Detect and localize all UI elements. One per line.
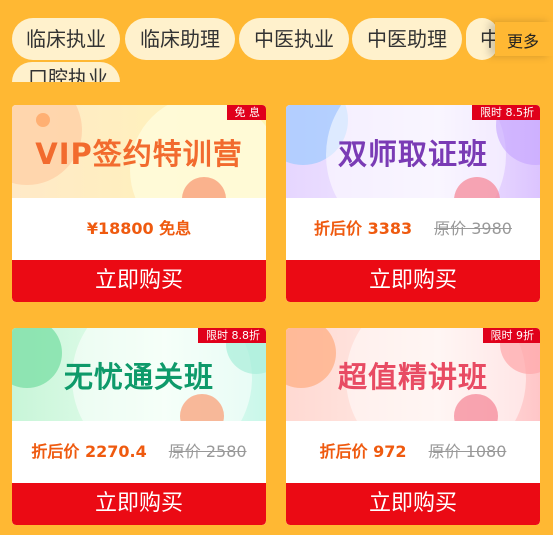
buy-button[interactable]: 立即购买 bbox=[12, 260, 266, 302]
promo-tag: 免 息 bbox=[226, 105, 266, 120]
tab-row-2-label: 口腔执业 bbox=[28, 66, 108, 82]
category-tabs: 临床执业 临床助理 中医执业 中医助理 中 更多 bbox=[0, 0, 553, 64]
card-title: VIP签约特训营 bbox=[35, 137, 243, 171]
price-now: 折后价 972 bbox=[319, 442, 407, 461]
promo-tag: 限时 8.5折 bbox=[472, 105, 540, 120]
price-row: 折后价 972 原价 1080 bbox=[286, 432, 540, 472]
promo-tag: 限时 8.8折 bbox=[198, 328, 266, 343]
card-banner: 无忧通关班 限时 8.8折 bbox=[12, 328, 266, 421]
course-card-vip[interactable]: VIP签约特训营 免 息 ¥18800 免息 立即购买 bbox=[12, 105, 266, 302]
tab-partial[interactable]: 中 bbox=[466, 18, 498, 60]
tab-row-2-partial[interactable]: 口腔执业 bbox=[12, 62, 120, 82]
tab-clinical-practice[interactable]: 临床执业 bbox=[12, 18, 120, 60]
buy-button[interactable]: 立即购买 bbox=[286, 260, 540, 302]
card-title: 超值精讲班 bbox=[337, 360, 488, 394]
price-row: ¥18800 免息 bbox=[12, 209, 266, 249]
buy-button[interactable]: 立即购买 bbox=[286, 483, 540, 525]
tab-clinical-assistant[interactable]: 临床助理 bbox=[125, 18, 235, 60]
course-card-dual-teacher[interactable]: 双师取证班 限时 8.5折 折后价 3383 原价 3980 立即购买 bbox=[286, 105, 540, 302]
promo-tag: 限时 9折 bbox=[482, 328, 540, 343]
more-label: 更多 bbox=[507, 32, 540, 51]
price-original: 原价 2580 bbox=[168, 442, 247, 461]
card-banner: 双师取证班 限时 8.5折 bbox=[286, 105, 540, 198]
card-title: 双师取证班 bbox=[337, 137, 488, 171]
tab-tcm-assistant[interactable]: 中医助理 bbox=[352, 18, 462, 60]
more-button[interactable]: 更多 bbox=[495, 22, 553, 56]
card-title: 无忧通关班 bbox=[63, 360, 214, 394]
card-banner: VIP签约特训营 免 息 bbox=[12, 105, 266, 198]
price-now: ¥18800 免息 bbox=[86, 219, 192, 238]
price-row: 折后价 3383 原价 3980 bbox=[286, 209, 540, 249]
tab-tcm-practice[interactable]: 中医执业 bbox=[239, 18, 349, 60]
card-banner: 超值精讲班 限时 9折 bbox=[286, 328, 540, 421]
buy-button[interactable]: 立即购买 bbox=[12, 483, 266, 525]
course-card-worry-free[interactable]: 无忧通关班 限时 8.8折 折后价 2270.4 原价 2580 立即购买 bbox=[12, 328, 266, 525]
price-now: 折后价 3383 bbox=[314, 219, 413, 238]
price-row: 折后价 2270.4 原价 2580 bbox=[12, 432, 266, 472]
price-original: 原价 1080 bbox=[428, 442, 507, 461]
price-original: 原价 3980 bbox=[434, 219, 512, 238]
price-now: 折后价 2270.4 bbox=[31, 442, 147, 461]
course-card-value-lecture[interactable]: 超值精讲班 限时 9折 折后价 972 原价 1080 立即购买 bbox=[286, 328, 540, 525]
